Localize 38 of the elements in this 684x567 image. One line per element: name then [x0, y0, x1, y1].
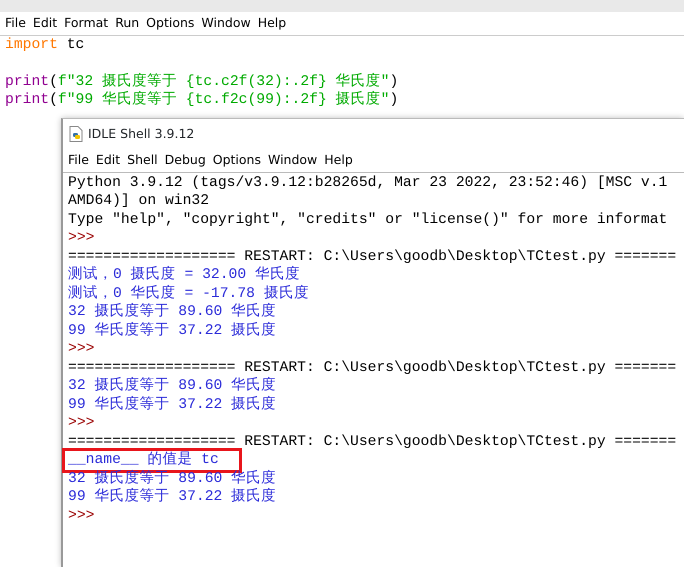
shell-output-line: 32 摄氏度等于 89.60 华氏度 — [68, 378, 276, 394]
menu-item[interactable]: Help — [323, 151, 354, 170]
shell-output-line: 32 摄氏度等于 89.60 华氏度 — [68, 470, 276, 487]
shell-output-line: AMD64)] on win32 — [68, 193, 210, 210]
menu-item[interactable]: Run — [114, 14, 140, 33]
menu-item[interactable]: Debug — [164, 151, 207, 170]
shell-output-line: 测试，0 摄氏度 = 32.00 华氏度 — [68, 267, 300, 284]
python-file-icon — [69, 126, 83, 142]
shell-prompt: >>> — [68, 230, 94, 246]
shell-output-line: 测试，0 华氏度 = -17.78 摄氏度 — [68, 286, 309, 302]
menu-item[interactable]: File — [67, 151, 90, 170]
shell-output-line: 99 华氏度等于 37.22 摄氏度 — [68, 322, 276, 339]
shell-prompt: >>> — [68, 415, 94, 432]
code-line: print(f"99 华氏度等于 {tc.f2c(99):.2f} 摄氏度") — [4, 91, 400, 110]
menu-item[interactable]: File — [4, 14, 27, 33]
menu-item[interactable]: Window — [200, 14, 252, 33]
menu-item[interactable]: Edit — [32, 14, 58, 33]
shell-output-line: Type "help", "copyright", "credits" or "license()" for more informat — [68, 212, 668, 228]
shell-output-line: Python 3.9.12 (tags/v3.9.12:b28265d, Mar 23 2022, 23:52:46) [MSC v.1 — [68, 174, 668, 191]
shell-output-line: =================== RESTART: C:\Users\goodb\Desktop\TCtest.py ======= — [68, 248, 676, 265]
menu-item[interactable]: Options — [212, 151, 262, 170]
shell-output-line: 99 华氏度等于 37.22 摄氏度 — [68, 396, 276, 413]
menu-item[interactable]: Format — [63, 14, 110, 33]
menu-item[interactable]: Edit — [94, 151, 122, 170]
menu-item[interactable]: Help — [256, 14, 288, 33]
shell-output-line: __name__ 的值是 tc — [65, 451, 239, 470]
shell-output-line: 32 摄氏度等于 89.60 华氏度 — [68, 304, 276, 320]
code-line: import tc — [4, 36, 86, 54]
shell-prompt: >>> — [68, 341, 94, 358]
window-title: IDLE Shell 3.9.12 — [88, 124, 194, 143]
shell-output-line: =================== RESTART: C:\Users\goodb\Desktop\TCtest.py ======= — [68, 434, 676, 450]
shell-prompt: >>> — [68, 508, 94, 524]
code-line: print(f"32 摄氏度等于 {tc.c2f(32):.2f} 华氏度") — [4, 72, 400, 90]
menu-item[interactable]: Options — [145, 14, 196, 33]
menu-item[interactable]: Window — [266, 151, 318, 170]
shell-output-line: 99 华氏度等于 37.22 摄氏度 — [68, 489, 276, 506]
menu-item[interactable]: Shell — [126, 151, 159, 170]
shell-output-line: =================== RESTART: C:\Users\goodb\Desktop\TCtest.py ======= — [68, 360, 676, 376]
